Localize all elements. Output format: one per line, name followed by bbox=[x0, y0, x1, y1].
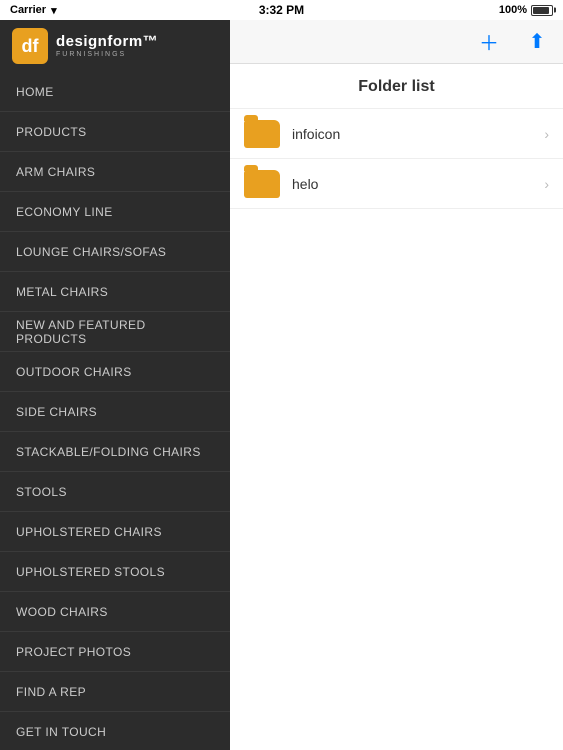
logo-sub-text: FURNISHINGS bbox=[56, 51, 158, 58]
folder-items-container: infoicon › helo › bbox=[230, 109, 563, 209]
sidebar-item-wood-chairs[interactable]: WOOD CHAIRS bbox=[0, 592, 230, 632]
sidebar-item-new-featured[interactable]: NEW AND FEATURED PRODUCTS bbox=[0, 312, 230, 352]
folder-name: infoicon bbox=[292, 126, 544, 142]
logo-main-text: designform™ bbox=[56, 34, 158, 49]
logo-letter: df bbox=[22, 36, 39, 57]
chevron-right-icon: › bbox=[544, 176, 549, 192]
battery-icon bbox=[531, 5, 553, 16]
battery-label: 100% bbox=[499, 4, 527, 16]
folder-item-helo[interactable]: helo › bbox=[230, 159, 563, 209]
sidebar-item-products[interactable]: PRODUCTS bbox=[0, 112, 230, 152]
sidebar-item-metal-chairs[interactable]: METAL CHAIRS bbox=[0, 272, 230, 312]
folder-list-area: Folder list infoicon › helo › bbox=[230, 64, 563, 750]
right-panel: ＋ ⬆ Folder list infoicon › helo › bbox=[230, 20, 563, 750]
status-bar-time: 3:32 PM bbox=[259, 3, 304, 17]
app-layout: df designform™ FURNISHINGS HOMEPRODUCTSA… bbox=[0, 20, 563, 750]
logo-text: designform™ FURNISHINGS bbox=[56, 34, 158, 58]
toolbar: ＋ ⬆ bbox=[230, 20, 563, 64]
sidebar-item-upholstered-stools[interactable]: UPHOLSTERED STOOLS bbox=[0, 552, 230, 592]
folder-list-title: Folder list bbox=[230, 64, 563, 109]
sidebar-item-side-chairs[interactable]: SIDE CHAIRS bbox=[0, 392, 230, 432]
add-button[interactable]: ＋ bbox=[475, 28, 503, 56]
chevron-right-icon: › bbox=[544, 126, 549, 142]
sidebar-item-lounge-chairs-sofas[interactable]: LOUNGE CHAIRS/SOFAS bbox=[0, 232, 230, 272]
sidebar-item-home[interactable]: HOME bbox=[0, 72, 230, 112]
status-bar: Carrier ▾ 3:32 PM 100% bbox=[0, 0, 563, 20]
share-button[interactable]: ⬆ bbox=[523, 28, 551, 56]
logo-icon: df bbox=[12, 28, 48, 64]
folder-icon-wrap bbox=[244, 119, 280, 149]
sidebar-item-find-a-rep[interactable]: FIND A REP bbox=[0, 672, 230, 712]
sidebar-item-get-in-touch[interactable]: GET IN TOUCH bbox=[0, 712, 230, 750]
nav-items-container: HOMEPRODUCTSARM CHAIRSECONOMY LINELOUNGE… bbox=[0, 72, 230, 750]
status-bar-left: Carrier ▾ bbox=[10, 4, 57, 17]
sidebar-item-outdoor-chairs[interactable]: OUTDOOR CHAIRS bbox=[0, 352, 230, 392]
wifi-icon: ▾ bbox=[51, 4, 57, 17]
logo-area: df designform™ FURNISHINGS bbox=[0, 20, 230, 72]
sidebar-item-stools[interactable]: STOOLS bbox=[0, 472, 230, 512]
sidebar: df designform™ FURNISHINGS HOMEPRODUCTSA… bbox=[0, 20, 230, 750]
plus-icon: ＋ bbox=[479, 27, 499, 56]
sidebar-item-stackable-folding[interactable]: STACKABLE/FOLDING CHAIRS bbox=[0, 432, 230, 472]
sidebar-item-arm-chairs[interactable]: ARM CHAIRS bbox=[0, 152, 230, 192]
folder-item-infoicon[interactable]: infoicon › bbox=[230, 109, 563, 159]
folder-icon-wrap bbox=[244, 169, 280, 199]
folder-name: helo bbox=[292, 176, 544, 192]
share-icon: ⬆ bbox=[529, 29, 546, 54]
status-bar-right: 100% bbox=[499, 4, 553, 16]
carrier-label: Carrier bbox=[10, 4, 46, 16]
sidebar-item-upholstered-chairs[interactable]: UPHOLSTERED CHAIRS bbox=[0, 512, 230, 552]
folder-icon bbox=[244, 170, 280, 198]
folder-icon bbox=[244, 120, 280, 148]
battery-fill bbox=[533, 7, 549, 14]
sidebar-item-economy-line[interactable]: ECONOMY LINE bbox=[0, 192, 230, 232]
sidebar-item-project-photos[interactable]: PROJECT PHOTOS bbox=[0, 632, 230, 672]
